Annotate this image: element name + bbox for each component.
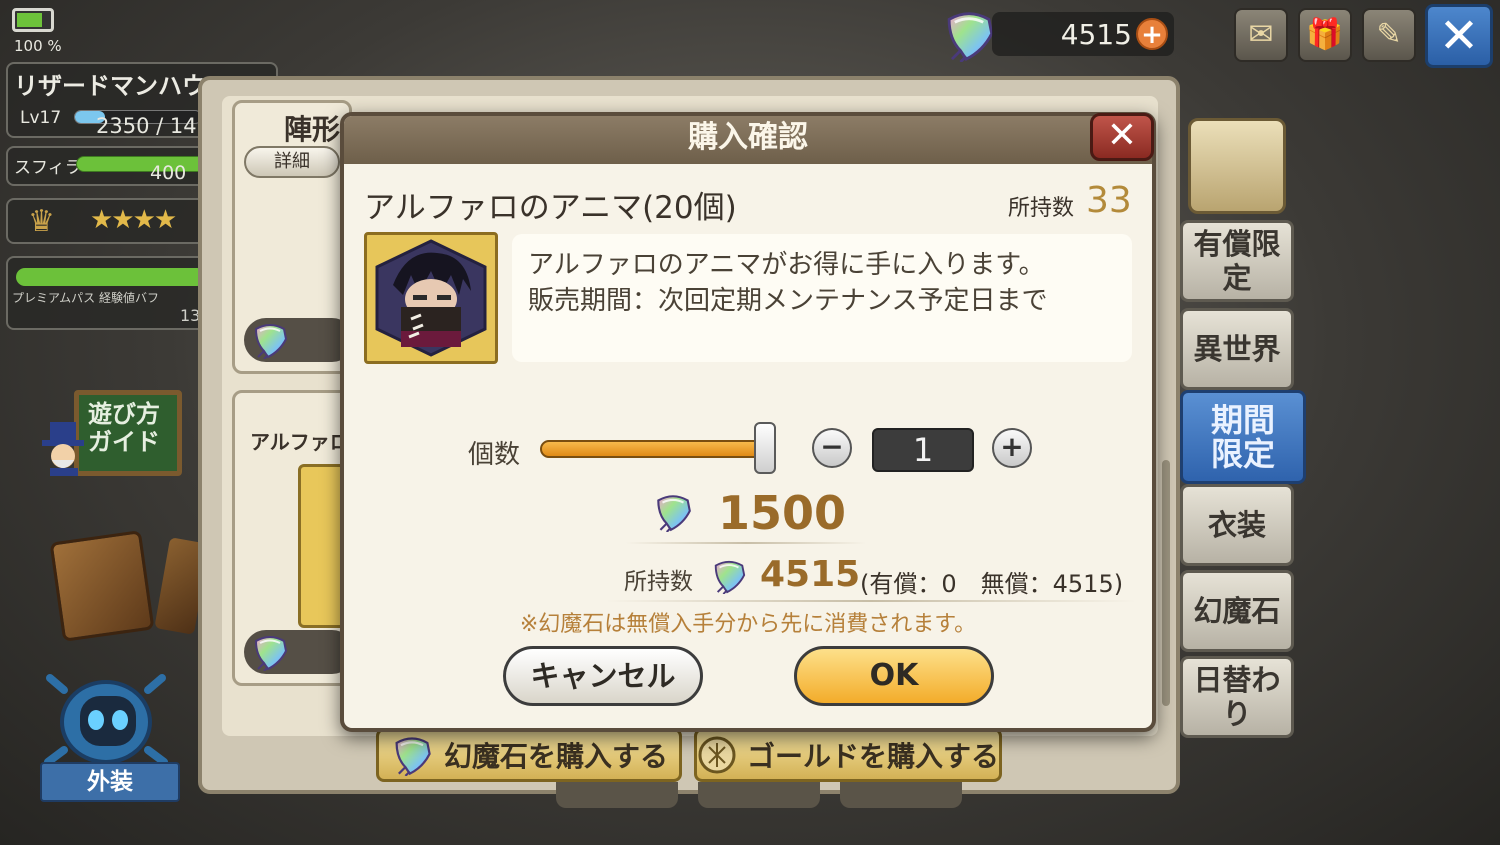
stamina-value: 400 xyxy=(150,162,187,184)
player-level: Lv17 xyxy=(20,108,62,128)
owned-label: 所持数 xyxy=(1008,196,1075,221)
close-icon: ✕ xyxy=(1106,115,1138,156)
item-name: アルファロのアニマ(20個) xyxy=(364,190,737,226)
item-portrait xyxy=(364,232,498,364)
pass-label: プレミアムパス 経験値バフ xyxy=(12,291,159,305)
crown-icon: ♛ xyxy=(28,204,55,239)
gem-icon xyxy=(255,324,287,359)
card-price-pill[interactable] xyxy=(244,630,354,674)
increase-quantity-button[interactable]: + xyxy=(992,428,1032,468)
minus-icon: − xyxy=(820,430,844,463)
add-gems-button[interactable]: + xyxy=(1136,18,1168,50)
quantity-slider[interactable] xyxy=(540,440,770,458)
tab-daily[interactable]: 日替わり xyxy=(1180,656,1294,738)
skin-icon[interactable] xyxy=(44,660,168,770)
divider xyxy=(606,600,1136,602)
notes-button[interactable]: ✎ xyxy=(1362,8,1416,62)
rank-stars: ★★★★ xyxy=(90,205,177,235)
sub-tab[interactable] xyxy=(698,782,820,808)
gift-button[interactable]: 🎁 xyxy=(1298,8,1352,62)
owned-gems-label: 所持数 xyxy=(624,569,693,595)
envelope-icon: ✉ xyxy=(1248,17,1274,52)
stamina-label: スフィラ xyxy=(14,158,82,178)
battery-icon xyxy=(12,8,54,32)
ok-button[interactable]: OK xyxy=(794,646,994,706)
gem-icon xyxy=(395,737,431,776)
detail-button[interactable]: 詳細 xyxy=(244,146,340,178)
card-title-anima: アルファロ xyxy=(250,430,350,454)
exp-text: 2350 / 14 xyxy=(96,114,197,138)
guide-character-icon xyxy=(42,422,84,476)
divider xyxy=(626,542,866,544)
card-price-pill[interactable] xyxy=(244,318,354,362)
cancel-button[interactable]: キャンセル xyxy=(503,646,703,706)
gift-box-icon: 🎁 xyxy=(1306,17,1344,52)
dialog-title: 購入確認 xyxy=(688,120,808,155)
close-icon: ✕ xyxy=(1438,8,1480,64)
close-shop-button[interactable]: ✕ xyxy=(1425,4,1493,68)
quantity-value: 1 xyxy=(872,428,974,472)
price-value: 1500 xyxy=(718,486,847,540)
decrease-quantity-button[interactable]: − xyxy=(812,428,852,468)
quill-scroll-icon: ✎ xyxy=(1376,17,1402,52)
skin-button[interactable]: 外装 xyxy=(40,762,180,802)
consumption-note: ※幻魔石は無償入手分から先に消費されます。 xyxy=(519,612,977,637)
gem-icon xyxy=(255,636,287,671)
stamina-bar xyxy=(76,156,206,172)
tab-other-world[interactable]: 異世界 xyxy=(1180,308,1294,390)
player-name: リザードマンハウス xyxy=(14,72,204,100)
buy-gold-button[interactable]: ゴールドを購入する xyxy=(694,728,1002,782)
mail-button[interactable]: ✉ xyxy=(1234,8,1288,62)
owned-count: 33 xyxy=(1086,180,1132,221)
buy-gems-label: 幻魔石を購入する xyxy=(443,740,668,773)
tab-paid-limited[interactable]: 有償限定 xyxy=(1180,220,1294,302)
card-title-formation: 陣形 xyxy=(284,113,341,146)
plus-icon: + xyxy=(1000,430,1024,463)
dialog-close-button[interactable]: ✕ xyxy=(1090,113,1154,161)
sub-tab[interactable] xyxy=(840,782,962,808)
sub-tab[interactable] xyxy=(556,782,678,808)
description-line: アルファロのアニマがお得に手に入ります。 xyxy=(528,250,1045,280)
quantity-slider-handle[interactable] xyxy=(754,422,776,474)
tab-limited-time[interactable]: 期間 限定 xyxy=(1180,390,1306,484)
buy-gold-label: ゴールドを購入する xyxy=(747,740,1000,773)
description-line: 販売期間：次回定期メンテナンス予定日まで xyxy=(528,286,1048,316)
shop-switch-icon[interactable] xyxy=(1188,118,1286,214)
shop-scrollbar[interactable] xyxy=(1162,460,1170,706)
buy-gems-button[interactable]: 幻魔石を購入する xyxy=(376,728,682,782)
gem-icon xyxy=(714,560,746,594)
gem-count: 4515 xyxy=(1060,18,1132,51)
book-icon[interactable] xyxy=(49,530,155,642)
tab-costume[interactable]: 衣装 xyxy=(1180,484,1294,566)
gem-currency-icon xyxy=(947,12,994,62)
guide-label: 遊び方 ガイド xyxy=(88,400,160,456)
owned-gems-count: 4515 xyxy=(760,554,861,595)
owned-gems-breakdown: (有償：0 無償：4515) xyxy=(860,570,1124,598)
sub-tabs xyxy=(556,782,962,808)
pass-bar xyxy=(16,268,206,286)
tab-magic-stone[interactable]: 幻魔石 xyxy=(1180,570,1294,652)
character-portrait-icon xyxy=(375,239,487,357)
battery-percent: 100 % xyxy=(14,37,62,55)
gem-icon xyxy=(657,495,691,532)
quantity-label: 個数 xyxy=(468,440,521,470)
gold-coin-icon xyxy=(698,736,736,774)
